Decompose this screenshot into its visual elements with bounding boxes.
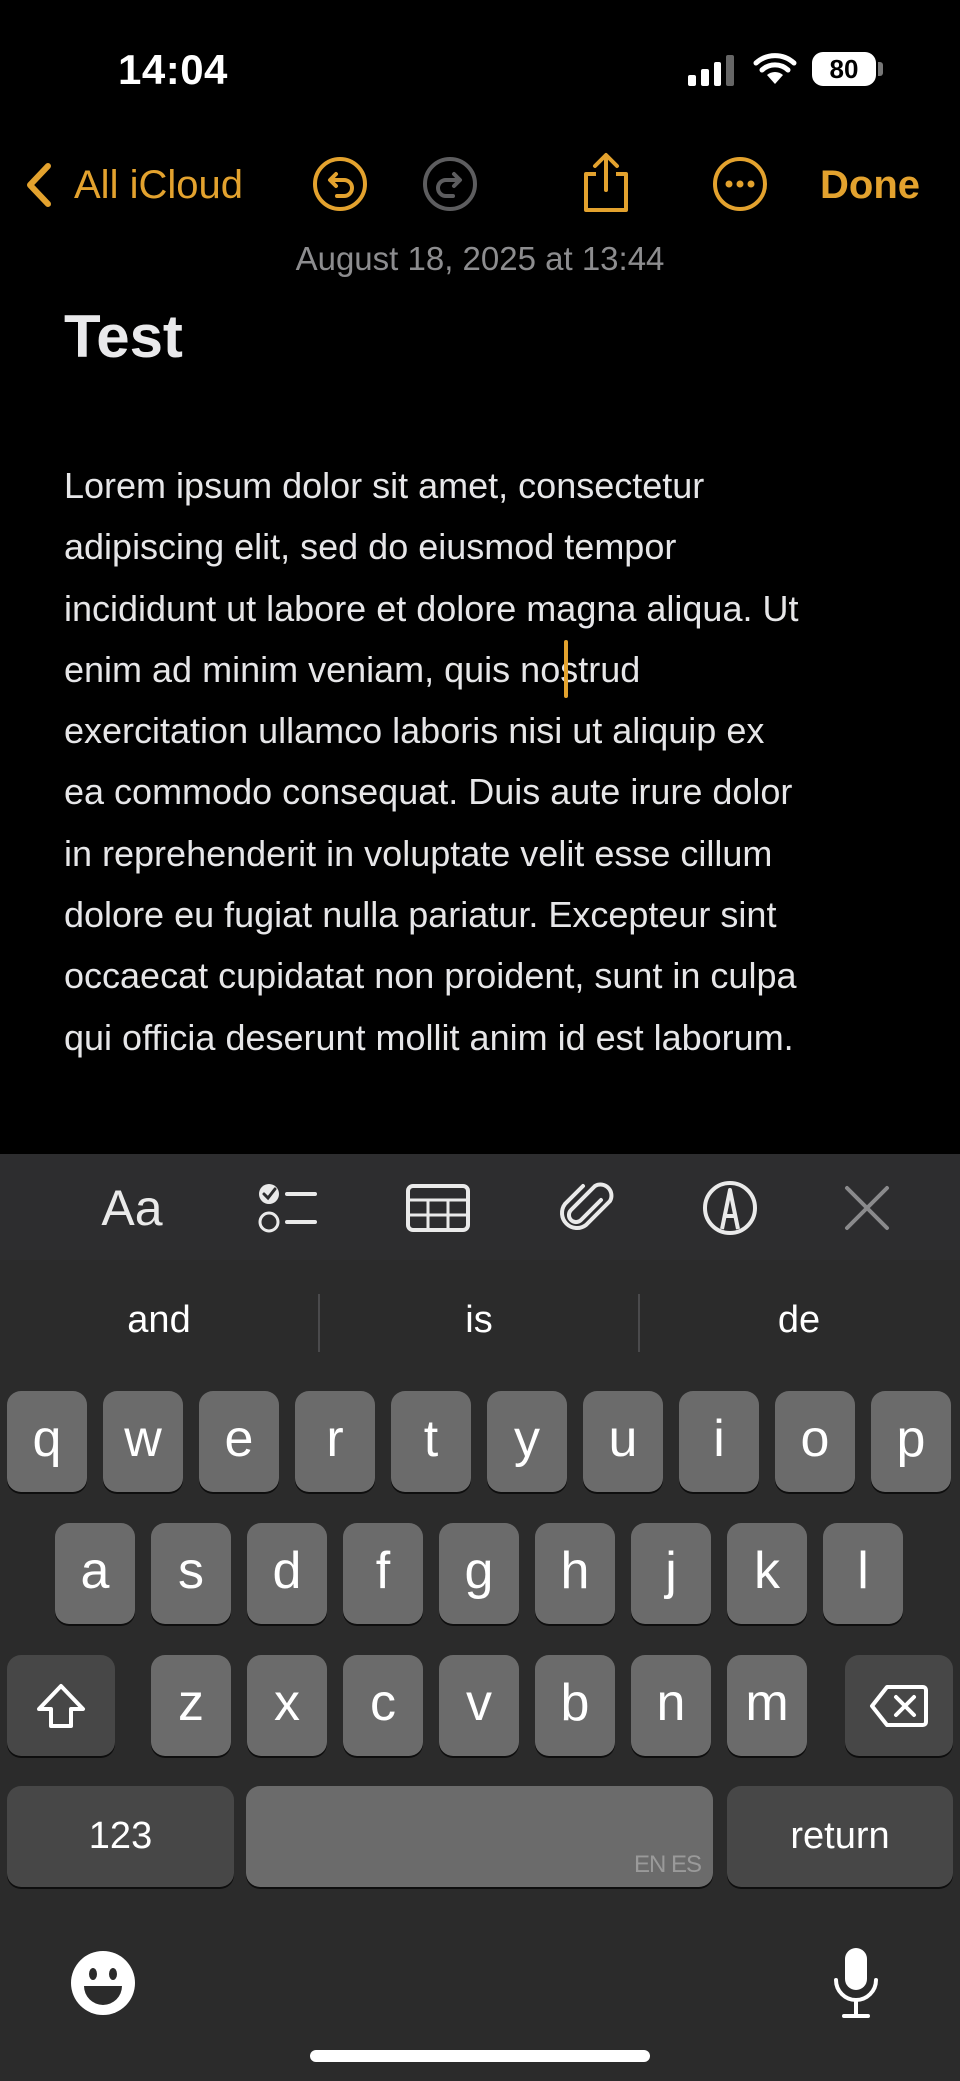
key[interactable]: x — [247, 1655, 327, 1756]
key[interactable]: q — [7, 1391, 87, 1492]
microphone-icon[interactable] — [828, 1946, 884, 2020]
key[interactable]: u — [583, 1391, 663, 1492]
numbers-key[interactable]: 123 — [7, 1786, 234, 1887]
attachment-icon[interactable] — [547, 1172, 627, 1244]
battery-indicator: 80 — [812, 52, 876, 86]
key[interactable]: m — [727, 1655, 807, 1756]
key[interactable]: s — [151, 1523, 231, 1624]
checklist-icon[interactable] — [245, 1172, 325, 1244]
keyboard-language-label: EN ES — [633, 1851, 702, 1878]
shift-key[interactable] — [7, 1655, 115, 1756]
return-key[interactable]: return — [727, 1786, 953, 1887]
text-cursor — [564, 640, 568, 698]
note-body[interactable]: Lorem ipsum dolor sit amet, consectetur … — [64, 455, 914, 1068]
markup-icon[interactable] — [690, 1172, 770, 1244]
suggestion-3[interactable]: de — [640, 1290, 958, 1350]
key[interactable]: i — [679, 1391, 759, 1492]
chevron-left-icon[interactable] — [22, 160, 54, 210]
status-time: 14:04 — [118, 46, 228, 93]
key[interactable]: r — [295, 1391, 375, 1492]
suggestion-2[interactable]: is — [320, 1290, 638, 1350]
key[interactable]: e — [199, 1391, 279, 1492]
key[interactable]: n — [631, 1655, 711, 1756]
key[interactable]: f — [343, 1523, 423, 1624]
key[interactable]: c — [343, 1655, 423, 1756]
key[interactable]: g — [439, 1523, 519, 1624]
table-icon[interactable] — [398, 1172, 478, 1244]
key[interactable]: o — [775, 1391, 855, 1492]
space-bar[interactable]: EN ES — [246, 1786, 713, 1887]
suggestion-1[interactable]: and — [0, 1290, 318, 1350]
undo-icon[interactable] — [310, 154, 370, 214]
key[interactable]: d — [247, 1523, 327, 1624]
cellular-signal-icon — [688, 52, 734, 86]
home-indicator[interactable] — [310, 2050, 650, 2062]
battery-tip — [878, 62, 883, 76]
key[interactable]: y — [487, 1391, 567, 1492]
delete-icon — [870, 1684, 928, 1727]
key[interactable]: w — [103, 1391, 183, 1492]
wifi-icon — [753, 53, 797, 84]
key[interactable]: l — [823, 1523, 903, 1624]
redo-icon[interactable] — [420, 154, 480, 214]
key[interactable]: h — [535, 1523, 615, 1624]
key[interactable]: t — [391, 1391, 471, 1492]
key[interactable]: z — [151, 1655, 231, 1756]
emoji-icon[interactable] — [70, 1950, 136, 2016]
note-title[interactable]: Test — [64, 302, 183, 371]
key[interactable]: a — [55, 1523, 135, 1624]
key[interactable]: k — [727, 1523, 807, 1624]
key[interactable]: j — [631, 1523, 711, 1624]
text-format-icon[interactable]: Aa — [92, 1172, 172, 1244]
done-button[interactable]: Done — [820, 160, 920, 210]
close-icon[interactable] — [827, 1172, 907, 1244]
back-button-label[interactable]: All iCloud — [74, 160, 243, 210]
share-icon[interactable] — [576, 150, 636, 216]
shift-icon — [37, 1683, 85, 1728]
key[interactable]: v — [439, 1655, 519, 1756]
key[interactable]: b — [535, 1655, 615, 1756]
note-date: August 18, 2025 at 13:44 — [295, 240, 665, 277]
delete-key[interactable] — [845, 1655, 953, 1756]
more-icon[interactable] — [710, 154, 770, 214]
key[interactable]: p — [871, 1391, 951, 1492]
